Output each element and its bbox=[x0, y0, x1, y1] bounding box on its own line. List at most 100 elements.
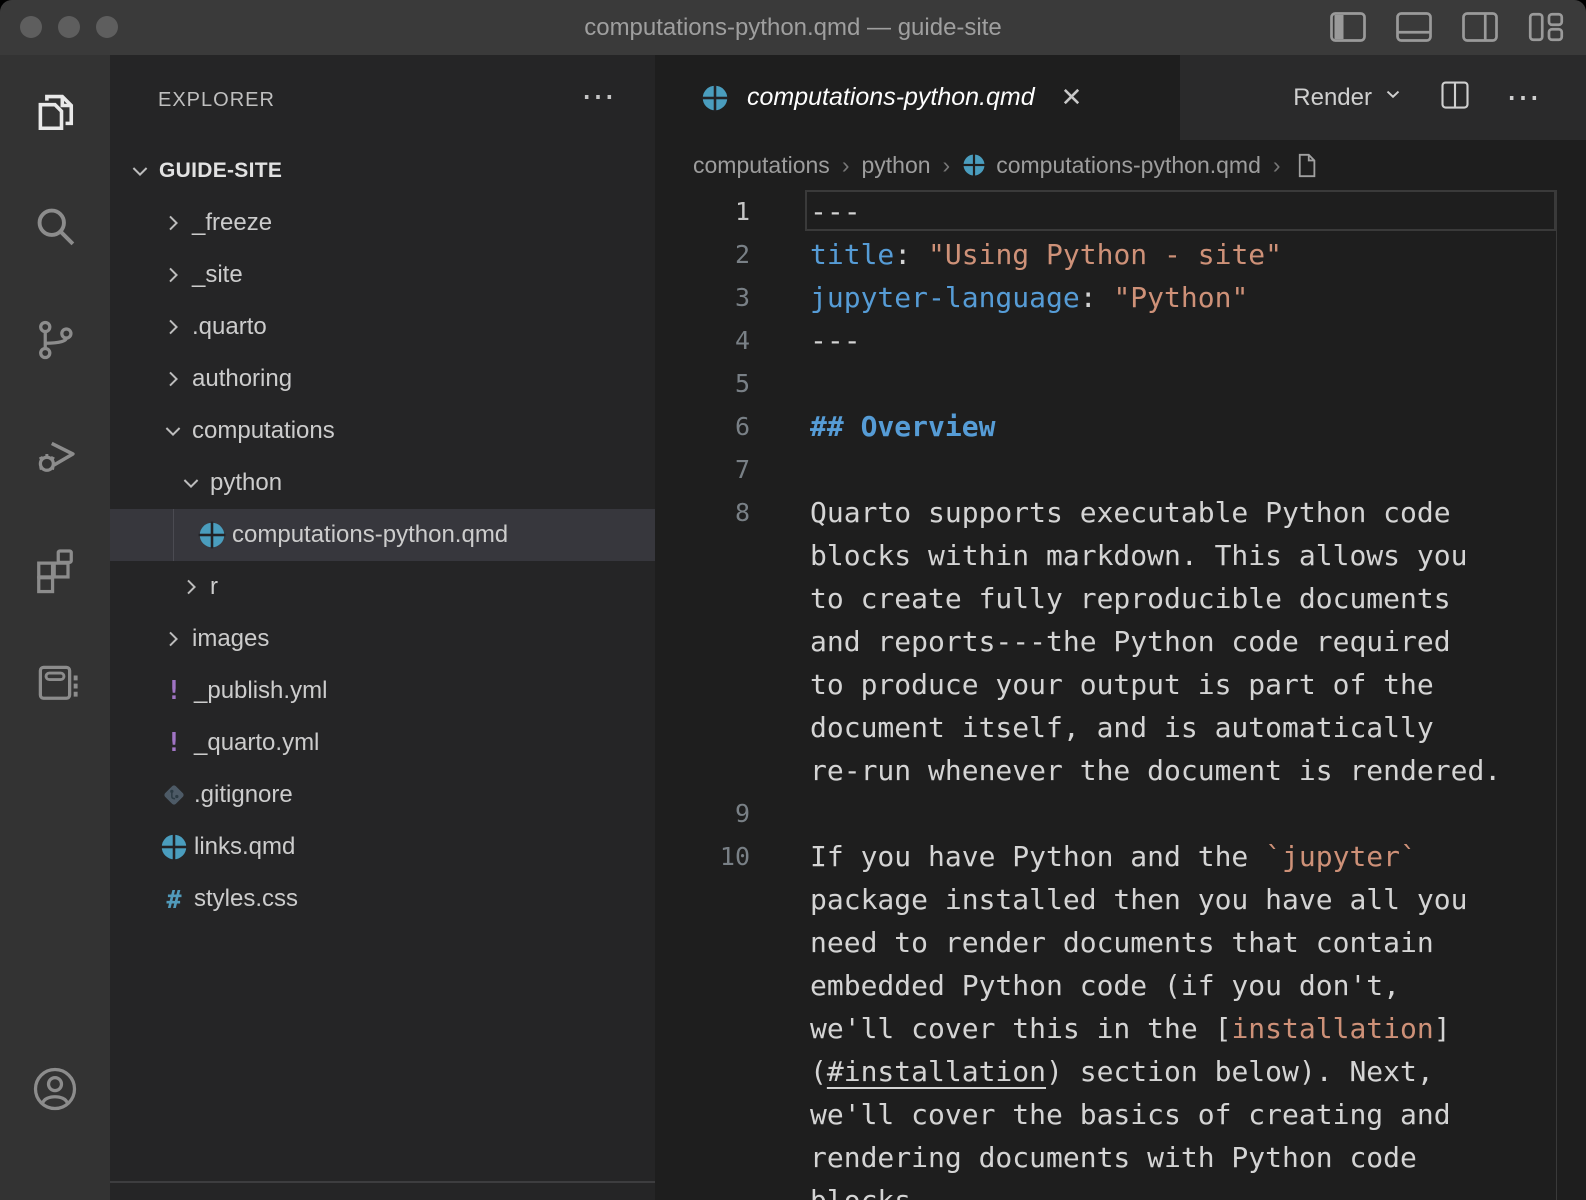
code-line[interactable]: 9 bbox=[655, 792, 1586, 835]
tree-item--quarto[interactable]: .quarto bbox=[110, 301, 655, 353]
line-number: 8 bbox=[655, 491, 750, 534]
activity-item-source-control[interactable] bbox=[0, 283, 110, 397]
breadcrumb-computations[interactable]: computations bbox=[693, 152, 830, 179]
tree-item-links-qmd[interactable]: links.qmd bbox=[110, 821, 655, 873]
code-line[interactable]: 8 Quarto supports executable Python code bbox=[655, 491, 1586, 534]
explorer-sidebar: EXPLORER ⋯ GUIDE-SITE _freeze _site .quarto… bbox=[110, 55, 655, 1200]
activity-item-explorer[interactable] bbox=[0, 55, 110, 169]
code-line[interactable]: to produce your output is part of the bbox=[655, 663, 1586, 706]
breadcrumb-label: computations-python.qmd bbox=[996, 152, 1261, 179]
render-button[interactable]: Render bbox=[1293, 83, 1404, 112]
tree-item-label: _site bbox=[192, 261, 243, 289]
code-line[interactable]: 5 bbox=[655, 362, 1586, 405]
tree-item-authoring[interactable]: authoring bbox=[110, 353, 655, 405]
tree-item-images[interactable]: images bbox=[110, 613, 655, 665]
quarto-icon bbox=[962, 153, 986, 177]
line-number: 6 bbox=[655, 405, 750, 448]
code-line[interactable]: 3jupyter-language: "Python" bbox=[655, 276, 1586, 319]
code-text: and reports---the Python code required bbox=[810, 620, 1451, 663]
code-line[interactable]: 2title: "Using Python - site" bbox=[655, 233, 1586, 276]
breadcrumb-separator: › bbox=[842, 152, 850, 179]
code-text: blocks within markdown. This allows you bbox=[810, 534, 1467, 577]
code-line[interactable]: blocks. bbox=[655, 1179, 1586, 1200]
tree-item-label: .gitignore bbox=[194, 781, 293, 809]
code-line[interactable]: need to render documents that contain bbox=[655, 921, 1586, 964]
tree-item-guide-site[interactable]: GUIDE-SITE bbox=[110, 145, 655, 197]
split-editor-icon[interactable] bbox=[1440, 80, 1470, 115]
code-line[interactable]: we'll cover the basics of creating and bbox=[655, 1093, 1586, 1136]
breadcrumb-label: computations bbox=[693, 152, 830, 179]
tree-item-label: computations bbox=[192, 417, 335, 445]
breadcrumb-computations-python-qmd[interactable]: computations-python.qmd bbox=[962, 152, 1261, 179]
code-area[interactable]: 1---2title: "Using Python - site"3jupyte… bbox=[655, 190, 1586, 1200]
line-number: 7 bbox=[655, 448, 750, 491]
activity-bar bbox=[0, 55, 110, 1200]
tree-item--quarto-yml[interactable]: !_quarto.yml bbox=[110, 717, 655, 769]
tree-item-r[interactable]: r bbox=[110, 561, 655, 613]
code-line[interactable]: and reports---the Python code required bbox=[655, 620, 1586, 663]
toggle-secondary-sidebar-button[interactable] bbox=[1462, 11, 1498, 43]
customize-layout-button[interactable] bbox=[1528, 11, 1564, 43]
more-actions-icon[interactable]: ⋯ bbox=[581, 55, 615, 145]
code-text: rendering documents with Python code bbox=[810, 1136, 1417, 1179]
file-icon bbox=[1293, 152, 1320, 179]
activity-item-extensions[interactable] bbox=[0, 511, 110, 625]
tree-item--freeze[interactable]: _freeze bbox=[110, 197, 655, 249]
explorer-header: EXPLORER ⋯ bbox=[110, 55, 655, 145]
tree-item-styles-css[interactable]: #styles.css bbox=[110, 873, 655, 925]
tree-item-label: _quarto.yml bbox=[194, 729, 319, 757]
code-text: --- bbox=[810, 319, 861, 362]
chevron-down-icon bbox=[158, 416, 188, 446]
code-line[interactable]: blocks within markdown. This allows you bbox=[655, 534, 1586, 577]
tree-item-computations[interactable]: computations bbox=[110, 405, 655, 457]
code-line[interactable]: document itself, and is automatically bbox=[655, 706, 1586, 749]
code-text: we'll cover this in the [installation] bbox=[810, 1007, 1451, 1050]
code-line[interactable]: rendering documents with Python code bbox=[655, 1136, 1586, 1179]
code-line[interactable]: re-run whenever the document is rendered… bbox=[655, 749, 1586, 792]
close-tab-icon[interactable]: ✕ bbox=[1061, 82, 1083, 113]
code-line[interactable]: 4 --- bbox=[655, 319, 1586, 362]
breadcrumbs: computations›python›computations-python.… bbox=[655, 140, 1586, 190]
tree-item--publish-yml[interactable]: !_publish.yml bbox=[110, 665, 655, 717]
code-line[interactable]: 10If you have Python and the `jupyter` bbox=[655, 835, 1586, 878]
chevron-right-icon bbox=[176, 572, 206, 602]
code-line[interactable]: package installed then you have all you bbox=[655, 878, 1586, 921]
tree-item-label: GUIDE-SITE bbox=[159, 159, 282, 183]
code-text: package installed then you have all you bbox=[810, 878, 1467, 921]
code-text: Quarto supports executable Python code bbox=[810, 491, 1451, 534]
toggle-panel-button[interactable] bbox=[1396, 11, 1432, 43]
activity-item-run-debug[interactable] bbox=[0, 397, 110, 511]
tab-computations-python[interactable]: computations-python.qmd ✕ bbox=[655, 55, 1180, 140]
yaml-icon: ! bbox=[158, 728, 190, 758]
code-line[interactable]: embedded Python code (if you don't, bbox=[655, 964, 1586, 1007]
tree-item--gitignore[interactable]: .gitignore bbox=[110, 769, 655, 821]
code-text: need to render documents that contain bbox=[810, 921, 1434, 964]
code-line[interactable]: 6## Overview bbox=[655, 405, 1586, 448]
chevron-right-icon bbox=[158, 208, 188, 238]
activity-item-search[interactable] bbox=[0, 169, 110, 283]
editor-group: computations-python.qmd ✕ Render ⋯ compu… bbox=[655, 55, 1586, 1200]
tree-item-label: styles.css bbox=[194, 885, 298, 913]
code-line[interactable]: to create fully reproducible documents bbox=[655, 577, 1586, 620]
activity-item-accounts[interactable] bbox=[0, 1032, 110, 1146]
code-line[interactable]: we'll cover this in the [installation] bbox=[655, 1007, 1586, 1050]
tree-item-label: images bbox=[192, 625, 269, 653]
line-number: 4 bbox=[655, 319, 750, 362]
tree-item-python[interactable]: python bbox=[110, 457, 655, 509]
toggle-primary-sidebar-button[interactable] bbox=[1330, 11, 1366, 43]
more-actions-icon[interactable]: ⋯ bbox=[1506, 78, 1540, 118]
code-line[interactable]: (#installation) section below). Next, bbox=[655, 1050, 1586, 1093]
chevron-right-icon bbox=[158, 364, 188, 394]
code-text: to produce your output is part of the bbox=[810, 663, 1434, 706]
quarto-icon bbox=[158, 832, 190, 862]
outline-section[interactable]: OUTLINE bbox=[110, 1181, 655, 1200]
editor-actions: Render ⋯ bbox=[1293, 55, 1540, 140]
code-line[interactable]: 1--- bbox=[655, 190, 1586, 233]
activity-item-notebook[interactable] bbox=[0, 625, 110, 739]
breadcrumb-python[interactable]: python bbox=[861, 152, 930, 179]
tree-item-computations-python-qmd[interactable]: computations-python.qmd bbox=[110, 509, 655, 561]
code-line[interactable]: 7 bbox=[655, 448, 1586, 491]
tree-item--site[interactable]: _site bbox=[110, 249, 655, 301]
tree-item-label: _freeze bbox=[192, 209, 272, 237]
breadcrumb-label: python bbox=[861, 152, 930, 179]
